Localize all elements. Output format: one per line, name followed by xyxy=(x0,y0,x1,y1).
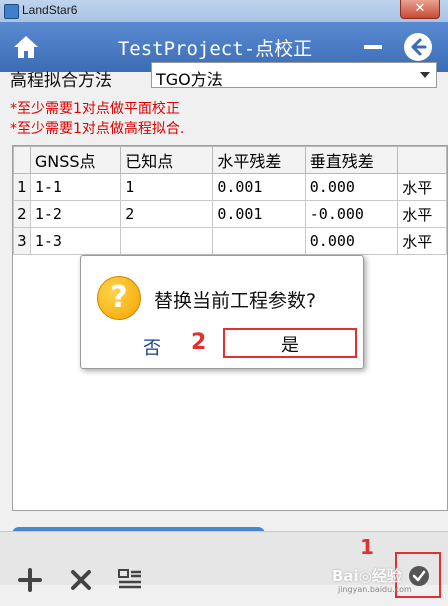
list-details-icon[interactable] xyxy=(117,567,143,593)
elevation-fit-select[interactable]: TGO方法 xyxy=(151,62,437,89)
table-row[interactable]: 1 1-1 1 0.001 0.000 水平 xyxy=(13,173,447,201)
table-cell[interactable]: 水平 xyxy=(397,200,447,228)
home-icon[interactable] xyxy=(12,34,40,60)
watermark-logo: Bai◎经验 xyxy=(332,567,402,585)
table-cell[interactable]: 0.001 xyxy=(212,173,306,201)
column-header[interactable]: 垂直残差 xyxy=(304,146,399,174)
dialog-message: 替换当前工程参数? xyxy=(154,290,317,312)
add-icon[interactable] xyxy=(17,567,43,593)
window-title: LandStar6 xyxy=(22,3,78,17)
table-cell[interactable]: -0.000 xyxy=(304,200,399,228)
annotation-step-1: 1 xyxy=(360,535,374,559)
column-header[interactable]: 已知点 xyxy=(120,146,214,174)
back-arrow-icon[interactable] xyxy=(403,32,433,62)
row-number: 1 xyxy=(13,173,31,201)
table-cell[interactable]: 0.001 xyxy=(212,200,306,228)
table-cell[interactable]: 1-1 xyxy=(29,173,122,201)
window-close-button[interactable]: ✕ xyxy=(400,0,440,19)
delete-icon[interactable] xyxy=(68,567,94,593)
column-header[interactable]: GNSS点 xyxy=(29,146,122,174)
table-cell[interactable]: 2 xyxy=(120,200,214,228)
table-cell[interactable] xyxy=(120,227,214,255)
minimize-icon[interactable] xyxy=(364,45,382,49)
table-cell[interactable]: 1-2 xyxy=(29,200,122,228)
table-cell[interactable]: 1 xyxy=(120,173,214,201)
row-number-header xyxy=(13,146,31,174)
watermark-url: jingyan.baidu.com xyxy=(338,585,412,594)
table-cell[interactable]: 水平 xyxy=(397,173,447,201)
table-row[interactable]: 2 1-2 2 0.001 -0.000 水平 xyxy=(13,200,447,228)
chevron-down-icon xyxy=(420,72,430,78)
annotation-step-2: 2 xyxy=(191,330,207,355)
question-icon: ? xyxy=(97,276,141,320)
row-number: 3 xyxy=(13,227,31,255)
elevation-fit-label: 高程拟合方法 xyxy=(10,71,112,91)
page-title: TestProject-点校正 xyxy=(117,38,313,60)
table-cell[interactable]: 1-3 xyxy=(29,227,122,255)
table-header-row: GNSS点 已知点 水平残差 垂直残差 xyxy=(13,146,447,174)
elevation-fit-row: 高程拟合方法 TGO方法 xyxy=(10,62,440,91)
column-header[interactable]: 水平残差 xyxy=(212,146,306,174)
warning-text-plane: *至少需要1对点做平面校正 xyxy=(10,101,180,117)
no-button[interactable]: 否 xyxy=(143,334,161,360)
column-header[interactable] xyxy=(397,146,447,174)
select-value: TGO方法 xyxy=(156,70,223,89)
table-cell[interactable]: 0.000 xyxy=(304,227,399,255)
table-row[interactable]: 3 1-3 0.000 水平 xyxy=(13,227,447,255)
row-number: 2 xyxy=(13,200,31,228)
app-icon xyxy=(4,4,19,19)
table-cell[interactable] xyxy=(212,227,306,255)
table-cell[interactable]: 0.000 xyxy=(304,173,399,201)
warning-text-height: *至少需要1对点做高程拟合. xyxy=(10,121,185,137)
window-titlebar: LandStar6 ✕ xyxy=(0,0,448,23)
table-cell[interactable]: 水平 xyxy=(397,227,447,255)
yes-button[interactable]: 是 xyxy=(223,328,357,358)
confirm-dialog: ? 替换当前工程参数? 否 2 是 xyxy=(80,255,364,369)
check-icon xyxy=(409,566,429,586)
